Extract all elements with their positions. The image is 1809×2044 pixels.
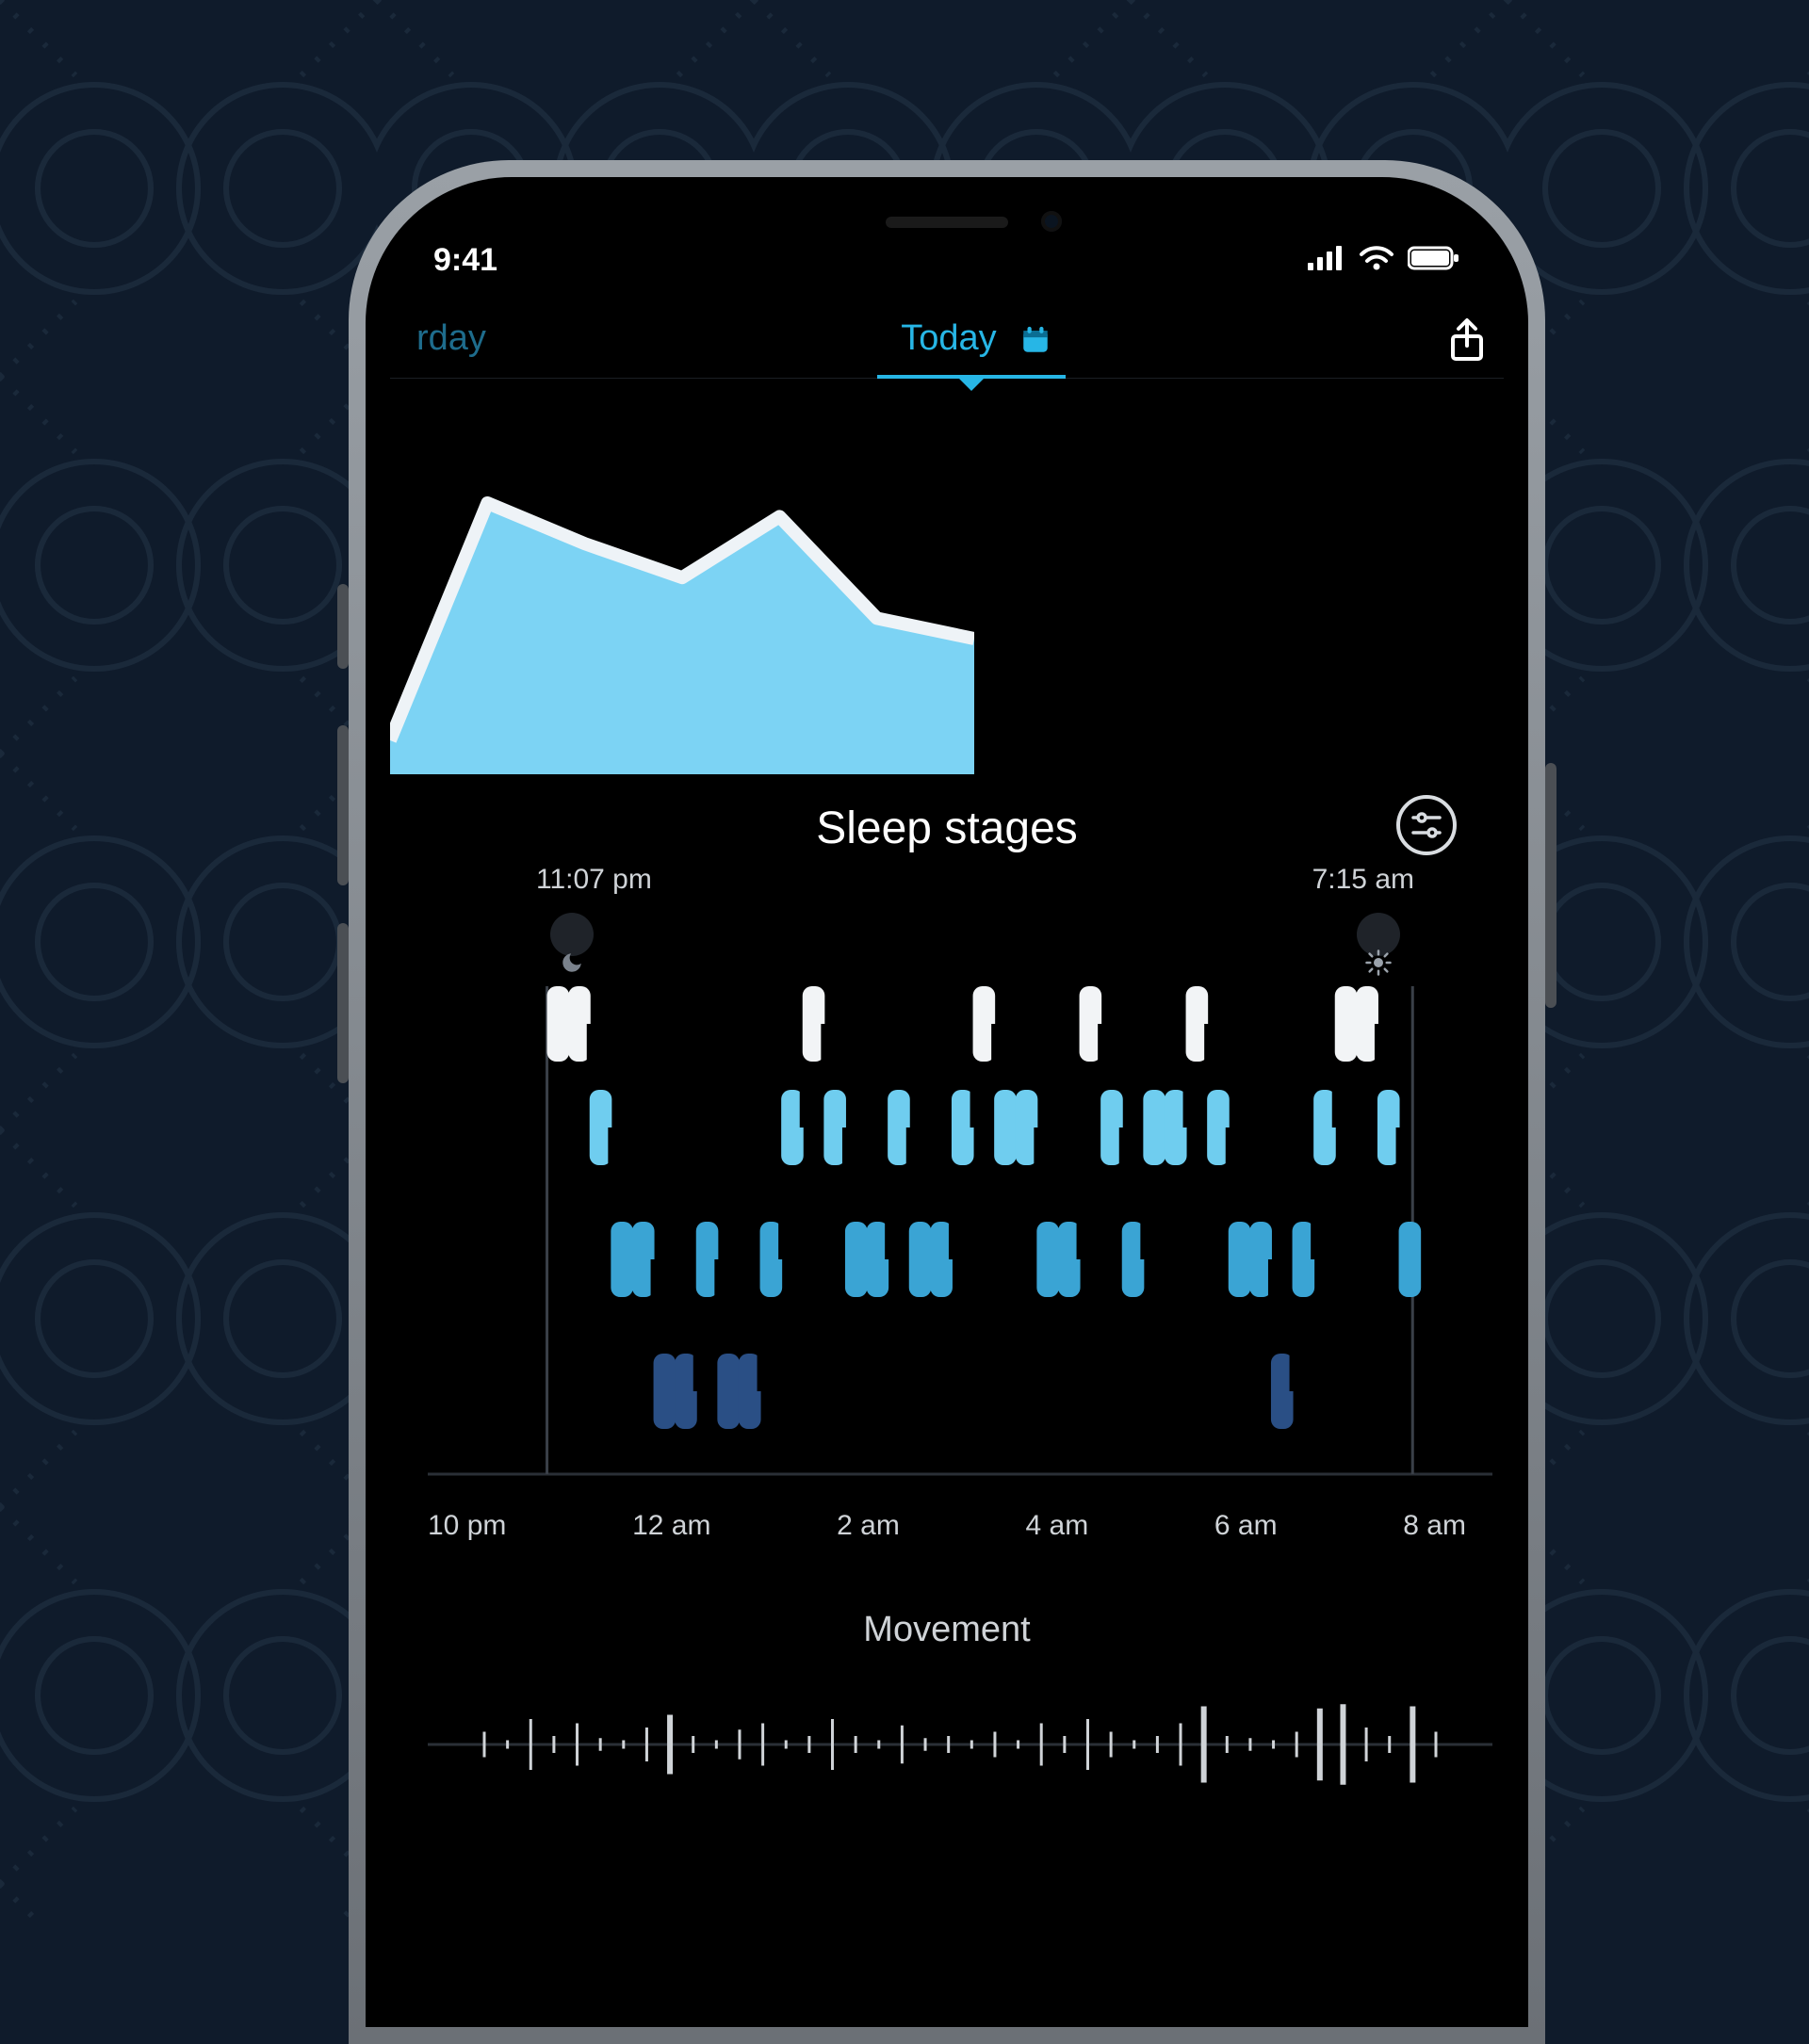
calendar-icon xyxy=(1019,324,1051,361)
x-tick: 6 am xyxy=(1214,1510,1278,1542)
moon-icon xyxy=(550,913,594,956)
stages-settings-button[interactable] xyxy=(1396,795,1457,855)
tab-today[interactable]: Today xyxy=(891,307,1051,378)
tab-caret-icon xyxy=(958,378,985,391)
sleep-stages-header: Sleep stages xyxy=(390,774,1504,864)
date-tab-bar: rday Today xyxy=(390,286,1504,379)
x-tick: 8 am xyxy=(1403,1510,1466,1542)
movement-section: Movement xyxy=(390,1542,1504,1801)
x-tick: 4 am xyxy=(1026,1510,1089,1542)
sleep-trend-chart[interactable] xyxy=(390,379,1504,774)
share-button[interactable] xyxy=(1447,317,1487,367)
phone-volume-down xyxy=(337,923,349,1083)
sleep-stages-title: Sleep stages xyxy=(816,803,1078,854)
movement-title: Movement xyxy=(428,1610,1466,1650)
hypnogram-chart[interactable]: 11:07 pm 7:15 am xyxy=(390,864,1504,1476)
phone-frame: 9:41 rday Today xyxy=(349,160,1545,2044)
phone-power-button xyxy=(1545,763,1556,1008)
x-tick: 2 am xyxy=(837,1510,900,1542)
status-time: 9:41 xyxy=(433,242,497,279)
phone-volume-up xyxy=(337,725,349,885)
battery-icon xyxy=(1408,242,1460,279)
sleep-end-time: 7:15 am xyxy=(1312,864,1414,896)
x-tick: 12 am xyxy=(632,1510,710,1542)
sleep-start-time: 11:07 pm xyxy=(536,864,652,896)
phone-front-camera xyxy=(1041,211,1062,232)
tab-yesterday[interactable]: rday xyxy=(407,307,496,378)
phone-speaker xyxy=(886,217,1008,228)
movement-chart[interactable] xyxy=(428,1688,1492,1801)
tab-today-label: Today xyxy=(891,307,1005,378)
hypnogram-x-axis: 10 pm 12 am 2 am 4 am 6 am 8 am xyxy=(390,1476,1504,1542)
sun-icon xyxy=(1357,913,1400,956)
phone-notch xyxy=(787,200,1107,243)
wifi-icon xyxy=(1359,242,1394,279)
phone-side-button xyxy=(337,584,349,669)
phone-screen: 9:41 rday Today xyxy=(366,177,1528,2027)
x-tick: 10 pm xyxy=(428,1510,506,1542)
cellular-icon xyxy=(1308,242,1345,279)
